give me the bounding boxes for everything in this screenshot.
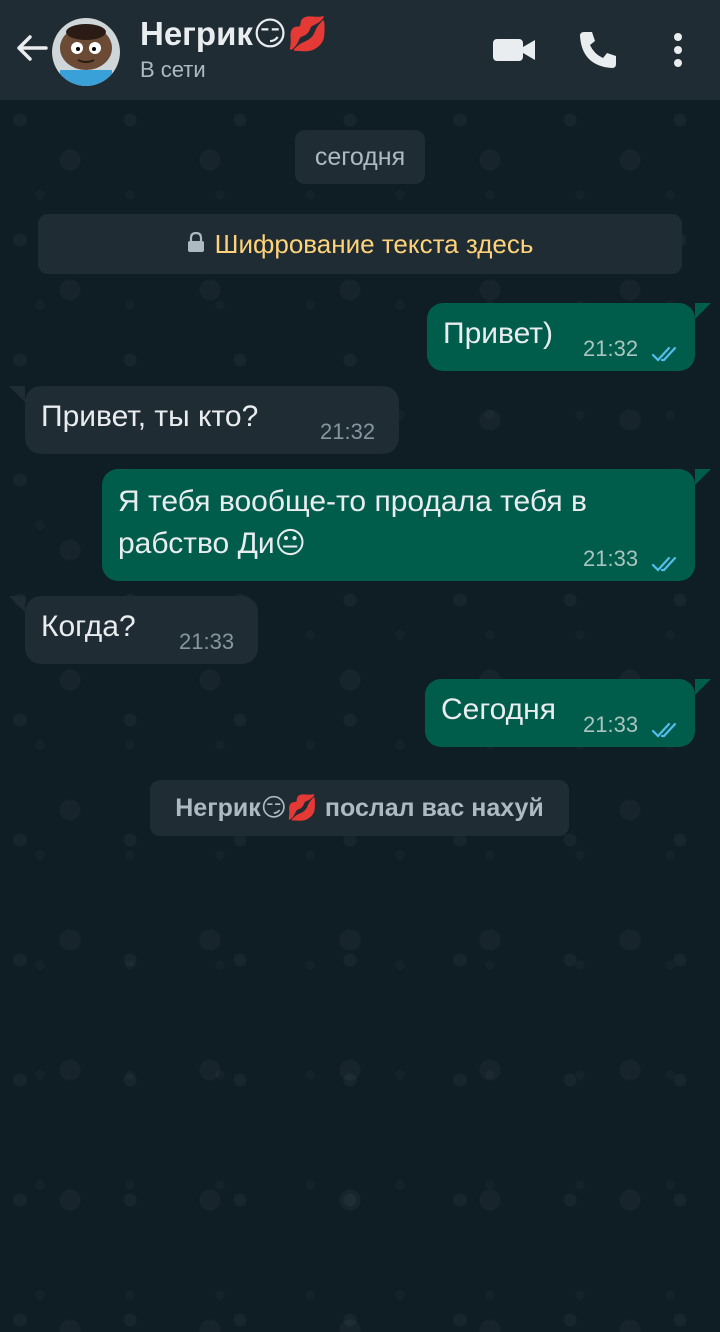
message-text: Привет)	[443, 317, 554, 350]
message-bubble-incoming[interactable]: Когда? 21:33	[25, 596, 258, 664]
system-message: Негрик😏💋 послал вас нахуй	[150, 780, 569, 836]
message-time: 21:33	[583, 712, 639, 737]
chat-header: Негрик😏💋 В сети	[0, 0, 720, 100]
message-text: Сегодня	[441, 693, 556, 726]
bubble-tail	[695, 303, 711, 319]
message-text: Я тебя вообще-то продала тебя в рабство …	[118, 485, 587, 560]
encryption-notice[interactable]: Шифрование текста здесь	[38, 214, 682, 274]
message-time: 21:33	[583, 546, 639, 571]
message-bubble-outgoing[interactable]: Сегодня 21:33	[425, 679, 695, 747]
message-time: 21:32	[583, 336, 639, 361]
message-time: 21:32	[320, 419, 376, 444]
bubble-tail	[695, 679, 711, 695]
read-receipt-icon	[651, 714, 683, 738]
read-receipt-icon	[651, 548, 683, 572]
encryption-notice-text: Шифрование текста здесь	[214, 229, 534, 259]
bubble-tail	[9, 596, 25, 612]
message-time: 21:33	[179, 629, 235, 654]
message-bubble-incoming[interactable]: Привет, ты кто? 21:32	[25, 386, 399, 454]
read-receipt-icon	[651, 338, 683, 362]
lock-icon	[187, 213, 205, 273]
message-text: Привет, ты кто?	[41, 400, 259, 433]
more-options-icon[interactable]	[654, 26, 702, 74]
bubble-tail	[695, 469, 711, 485]
message-text: Когда?	[41, 610, 136, 643]
contact-name[interactable]: Негрик😏💋	[140, 14, 328, 54]
contact-status: В сети	[140, 57, 206, 82]
voice-call-icon[interactable]	[574, 26, 622, 74]
back-arrow-icon[interactable]	[12, 28, 52, 68]
video-call-icon[interactable]	[490, 26, 538, 74]
bubble-tail	[9, 386, 25, 402]
message-bubble-outgoing[interactable]: Привет) 21:32	[427, 303, 695, 371]
date-chip: сегодня	[295, 130, 425, 184]
contact-avatar[interactable]	[52, 18, 120, 86]
message-bubble-outgoing[interactable]: Я тебя вообще-то продала тебя в рабство …	[102, 469, 695, 581]
